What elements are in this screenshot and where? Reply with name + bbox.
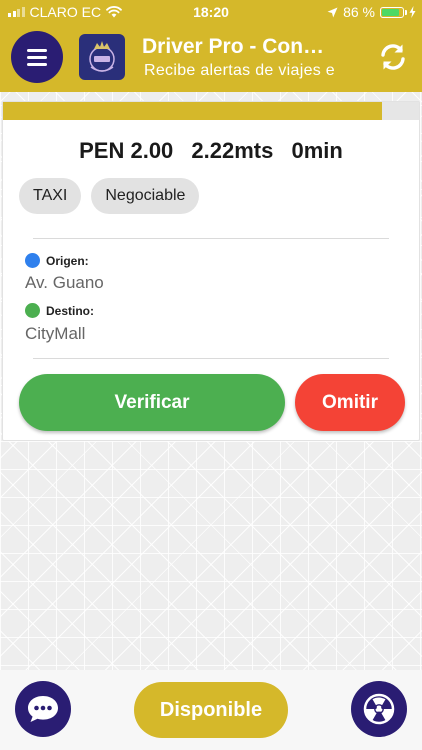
skip-button[interactable]: Omitir bbox=[295, 374, 405, 431]
battery-percent: 86 % bbox=[343, 4, 375, 20]
countdown-progress-fill bbox=[3, 102, 382, 120]
radiation-icon bbox=[363, 693, 395, 725]
countdown-progress-bar bbox=[3, 102, 419, 120]
destination-dot-icon bbox=[25, 303, 40, 318]
app-header: Driver Pro - Con… Recibe alertas de viaj… bbox=[0, 24, 422, 92]
divider bbox=[33, 358, 389, 359]
destination-label: Destino: bbox=[46, 303, 94, 318]
trip-distance: 2.22mts bbox=[191, 138, 274, 163]
destination-label-row: Destino: bbox=[25, 303, 94, 318]
app-title: Driver Pro - Con… bbox=[142, 35, 325, 58]
trip-summary: PEN 2.00 2.22mts 0min bbox=[3, 138, 419, 164]
verify-button[interactable]: Verificar bbox=[19, 374, 285, 431]
menu-icon-bar bbox=[27, 48, 47, 52]
origin-dot-icon bbox=[25, 253, 40, 268]
battery-icon bbox=[380, 6, 407, 18]
chip-service-type: TAXI bbox=[19, 178, 82, 214]
refresh-button[interactable] bbox=[378, 42, 408, 72]
app-subtitle: Recibe alertas de viajes e bbox=[144, 62, 336, 79]
divider bbox=[33, 238, 389, 239]
radar-button[interactable] bbox=[351, 681, 407, 737]
battery-fill bbox=[382, 8, 400, 16]
origin-label-row: Origen: bbox=[25, 253, 89, 268]
app-logo bbox=[79, 34, 125, 80]
chat-icon bbox=[28, 696, 58, 722]
chip-negotiable: Negociable bbox=[91, 178, 200, 214]
origin-value: Av. Guano bbox=[25, 273, 104, 292]
trip-duration: 0min bbox=[291, 138, 343, 163]
destination-value: CityMall bbox=[25, 324, 86, 343]
status-right: 86 % bbox=[327, 4, 416, 20]
available-toggle-button[interactable]: Disponible bbox=[134, 682, 288, 738]
chat-button[interactable] bbox=[15, 681, 71, 737]
crown-logo-icon bbox=[89, 41, 115, 72]
origin-label: Origen: bbox=[46, 253, 89, 268]
status-bar: CLARO EC 18:20 86 % bbox=[0, 0, 422, 24]
trip-tags: TAXI Negociable bbox=[19, 178, 200, 214]
trip-price: PEN 2.00 bbox=[79, 138, 174, 163]
location-arrow-icon bbox=[327, 7, 338, 17]
menu-button[interactable] bbox=[11, 31, 63, 83]
charging-bolt-icon bbox=[409, 6, 416, 18]
menu-icon-bar bbox=[27, 55, 47, 59]
menu-icon-bar bbox=[27, 62, 47, 66]
refresh-icon bbox=[381, 44, 405, 70]
trip-card: PEN 2.00 2.22mts 0min TAXI Negociable Or… bbox=[2, 101, 420, 441]
